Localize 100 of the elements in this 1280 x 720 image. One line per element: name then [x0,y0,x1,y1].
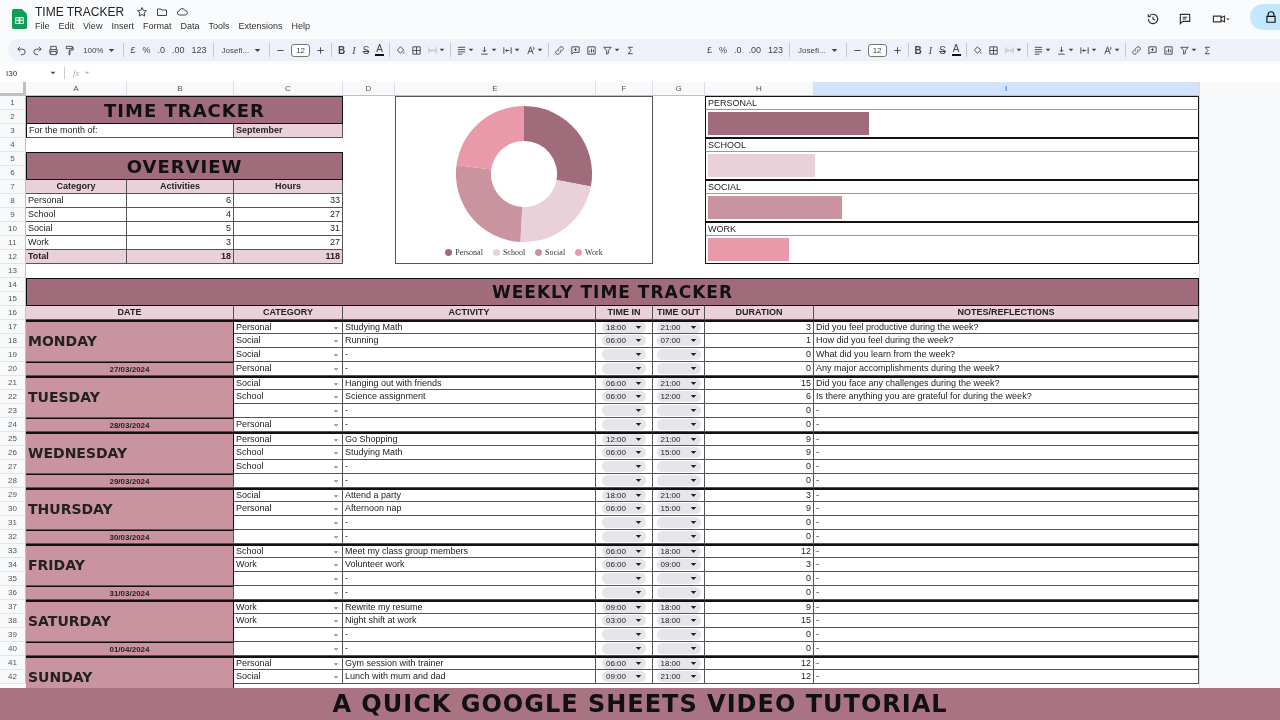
toolbar-button[interactable]: .0 [733,45,743,55]
caret-icon[interactable] [613,47,620,53]
toolbar-button[interactable]: A [951,44,961,56]
category-dropdown[interactable]: School [234,446,343,460]
menu-item[interactable]: Tools [208,21,230,31]
row-header[interactable]: 29 [0,488,26,502]
column-header[interactable]: A [26,82,127,96]
row-header[interactable]: 30 [0,502,26,516]
column-header[interactable]: E [395,82,596,96]
category-dropdown[interactable]: Social [234,670,343,684]
merge-cells-icon[interactable] [426,44,438,56]
borders-icon[interactable] [410,44,422,56]
category-dropdown[interactable]: Work [234,558,343,572]
time-dropdown[interactable]: 15:00 [656,447,701,458]
menu-item[interactable]: Format [142,21,172,31]
time-dropdown[interactable]: 12:00 [656,391,701,402]
time-dropdown[interactable]: 18:00 [656,615,701,626]
time-dropdown[interactable]: 06:00 [602,378,646,389]
caret-icon[interactable] [467,47,474,53]
time-dropdown[interactable]: 09:00 [602,671,646,682]
caret-icon[interactable] [1067,47,1074,53]
star-icon[interactable] [136,6,149,18]
row-header[interactable]: 39 [0,628,26,642]
caret-icon[interactable] [1190,47,1197,53]
category-dropdown[interactable] [234,586,343,600]
category-dropdown[interactable]: Work [234,614,343,628]
time-dropdown[interactable]: 18:00 [656,658,701,669]
time-dropdown[interactable]: 12:00 [602,434,646,445]
plus-icon[interactable] [315,44,327,56]
category-dropdown[interactable] [234,530,343,544]
caret-icon[interactable] [1044,47,1051,53]
text-rotate-icon[interactable] [524,44,536,56]
toolbar-button[interactable]: I [351,44,357,56]
toolbar-button[interactable]: % [718,45,729,55]
caret-icon[interactable] [536,47,543,53]
time-dropdown[interactable]: 07:00 [656,335,701,346]
row-header[interactable]: 11 [0,236,26,250]
plus-icon[interactable] [891,44,903,56]
row-header[interactable]: 6 [0,166,26,180]
comment-icon[interactable] [1178,12,1192,26]
category-dropdown[interactable] [234,572,343,586]
category-dropdown[interactable]: School [234,544,343,558]
name-box[interactable]: I30 [6,68,46,78]
borders-icon[interactable] [987,44,999,56]
time-dropdown[interactable]: 18:00 [656,602,701,613]
toolbar-dropdown[interactable]: Josefi... [795,45,841,55]
time-dropdown[interactable]: 18:00 [602,490,646,501]
font-size-field[interactable]: 12 [867,43,887,57]
category-dropdown[interactable]: Work [234,600,343,614]
time-dropdown[interactable]: 06:00 [602,447,646,458]
row-header[interactable]: 24 [0,418,26,432]
time-dropdown[interactable]: 06:00 [602,658,646,669]
column-header[interactable]: C [234,82,343,96]
caret-icon[interactable] [1015,47,1022,53]
vertical-align-icon[interactable] [1055,44,1067,56]
row-header[interactable]: 1 [0,96,26,110]
row-header[interactable]: 20 [0,362,26,376]
paint-bucket-icon[interactable] [394,44,406,56]
menu-item[interactable]: Edit [58,21,75,31]
category-dropdown[interactable]: Personal [234,432,343,446]
category-dropdown[interactable] [234,474,343,488]
time-dropdown[interactable]: 09:00 [656,559,701,570]
menu-item[interactable]: View [83,21,103,31]
row-header[interactable]: 27 [0,460,26,474]
category-dropdown[interactable] [234,642,343,656]
category-dropdown[interactable]: School [234,390,343,404]
share-button[interactable] [1250,4,1280,30]
time-dropdown[interactable]: 21:00 [656,671,701,682]
link-icon[interactable] [1130,44,1142,56]
time-dropdown[interactable]: 18:00 [602,322,646,333]
column-header[interactable]: D [343,82,395,96]
text-rotate-icon[interactable] [1101,44,1113,56]
filter-icon[interactable] [601,44,613,56]
row-header[interactable]: 4 [0,138,26,152]
column-header[interactable]: H [705,82,814,96]
category-dropdown[interactable]: School [234,460,343,474]
time-dropdown[interactable]: 21:00 [656,322,701,333]
category-dropdown[interactable]: Personal [234,656,343,670]
row-header[interactable]: 14 [0,278,26,292]
row-header[interactable]: 5 [0,152,26,166]
category-dropdown[interactable]: Personal [234,418,343,432]
time-dropdown[interactable]: 03:00 [602,615,646,626]
row-header[interactable]: 17 [0,320,26,334]
row-header[interactable]: 2 [0,110,26,124]
add-comment-icon[interactable] [569,44,581,56]
toolbar-dropdown[interactable]: Josefi... [218,45,265,55]
category-dropdown[interactable]: Social [234,334,343,348]
category-dropdown[interactable]: Personal [234,320,343,334]
paint-roller-icon[interactable] [64,44,75,56]
toolbar-button[interactable]: S [938,44,947,56]
row-header[interactable]: 9 [0,208,26,222]
row-header[interactable]: 10 [0,222,26,236]
menu-item[interactable]: Extensions [238,21,283,31]
toolbar-button[interactable]: S [361,44,371,56]
category-dropdown[interactable] [234,404,343,418]
row-header[interactable]: 35 [0,572,26,586]
vertical-align-icon[interactable] [478,44,490,56]
font-size-field[interactable]: 12 [291,43,311,57]
print-icon[interactable] [48,44,59,56]
toolbar-button[interactable]: £ [129,45,137,55]
